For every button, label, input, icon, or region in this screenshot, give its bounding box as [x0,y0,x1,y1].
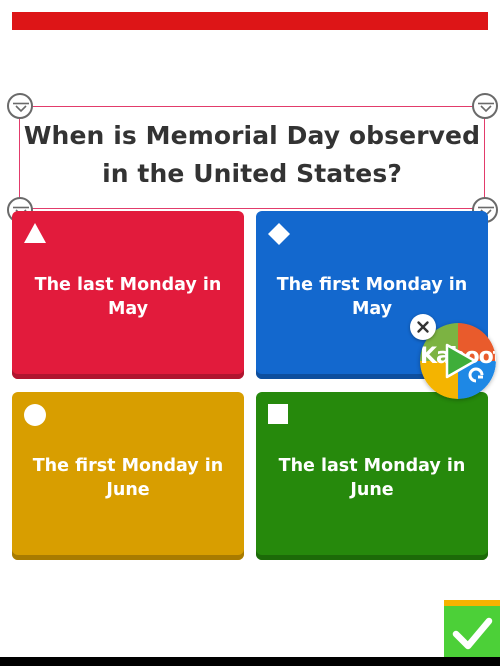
circle-icon [24,404,46,426]
answer-label: The first Monday in June [22,454,234,502]
progress-bar [12,12,488,30]
question-textbox[interactable]: When is Memorial Day observed in the Uni… [19,106,485,209]
answer-label: The last Monday in June [266,454,478,502]
close-bubble-button[interactable] [410,314,436,340]
chevron-down-icon [478,102,494,113]
question-line-1: When is Memorial Day observed [23,121,481,150]
answer-option-yellow[interactable]: The first Monday in June [12,392,244,560]
close-icon [417,321,429,333]
answer-option-green[interactable]: The last Monday in June [256,392,488,560]
answer-label-line-2: June [106,480,150,500]
answer-label: The first Monday in May [266,273,478,321]
answer-label-line-2: May [351,299,393,319]
answer-label-line-1: The last Monday in [34,275,222,295]
bottom-bar [0,657,500,666]
done-button[interactable] [444,600,500,660]
triangle-icon [24,223,46,243]
answer-option-red[interactable]: The last Monday in May [12,211,244,379]
question-text: When is Memorial Day observed in the Uni… [20,117,484,193]
checkmark-icon [452,617,493,650]
square-icon [268,404,288,424]
answer-label-line-2: June [350,480,394,500]
answer-label-line-1: The first Monday in [32,456,224,476]
chevron-down-icon [13,102,29,113]
resize-handle-top-left[interactable] [7,93,33,119]
answer-label-line-1: The first Monday in [276,275,468,295]
answer-label-line-2: May [107,299,149,319]
answer-label-line-1: The last Monday in [278,456,466,476]
diamond-icon [268,223,290,245]
question-line-2: in the United States? [102,159,402,188]
answer-label: The last Monday in May [22,273,234,321]
resize-handle-top-right[interactable] [472,93,498,119]
